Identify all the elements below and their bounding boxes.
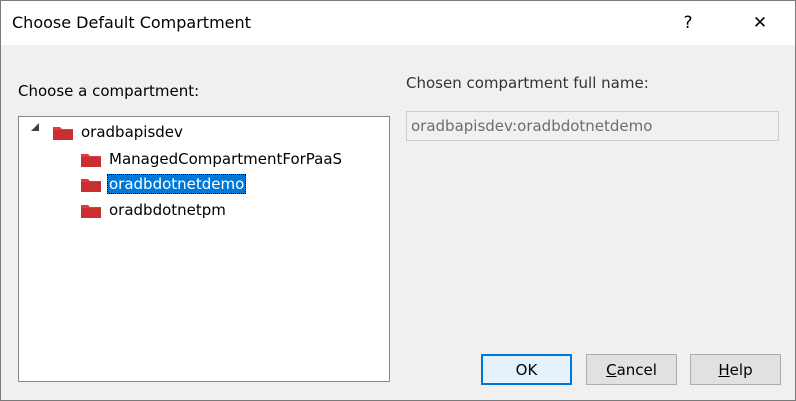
close-icon: ✕	[752, 13, 768, 33]
ok-button-label: OK	[515, 360, 538, 379]
full-name-field: oradbapisdev:oradbdotnetdemo	[406, 111, 779, 141]
folder-icon	[81, 178, 101, 192]
cancel-mnemonic: C	[606, 360, 617, 379]
dialog-title: Choose Default Compartment	[12, 13, 251, 32]
question-mark-icon: ?	[683, 13, 693, 33]
cancel-button-label: ancel	[616, 360, 657, 379]
tree-item-label: oradbapisdev	[81, 123, 183, 141]
collapse-triangle-icon[interactable]	[31, 123, 39, 131]
help-button-label: elp	[729, 360, 753, 379]
help-button[interactable]: Help	[690, 354, 781, 385]
title-bar: Choose Default Compartment ? ✕	[1, 1, 795, 45]
cancel-button[interactable]: Cancel	[586, 354, 677, 385]
help-title-button[interactable]: ?	[665, 1, 711, 45]
tree-item-oradbdotnetpm[interactable]: oradbdotnetpm	[80, 199, 228, 221]
compartment-tree[interactable]: oradbapisdev ManagedCompartmentForPaaS o…	[18, 116, 390, 382]
tree-item-label: oradbdotnetdemo	[107, 174, 247, 194]
full-name-label: Chosen compartment full name:	[406, 74, 649, 92]
folder-icon	[81, 153, 101, 167]
tree-item-label: ManagedCompartmentForPaaS	[109, 150, 343, 168]
ok-button[interactable]: OK	[481, 354, 572, 385]
help-mnemonic: H	[718, 360, 730, 379]
folder-icon	[53, 126, 73, 140]
choose-default-compartment-dialog: Choose Default Compartment ? ✕ Choose a …	[0, 0, 796, 401]
tree-item-oradbdotnetdemo[interactable]: oradbdotnetdemo	[80, 173, 247, 195]
choose-compartment-label: Choose a compartment:	[18, 82, 200, 100]
tree-item-managedcompartmentforpaas[interactable]: ManagedCompartmentForPaaS	[80, 148, 344, 170]
folder-icon	[81, 204, 101, 218]
tree-item-label: oradbdotnetpm	[109, 201, 226, 219]
tree-item-oradbapisdev[interactable]: oradbapisdev	[52, 121, 185, 143]
close-button[interactable]: ✕	[737, 1, 783, 45]
